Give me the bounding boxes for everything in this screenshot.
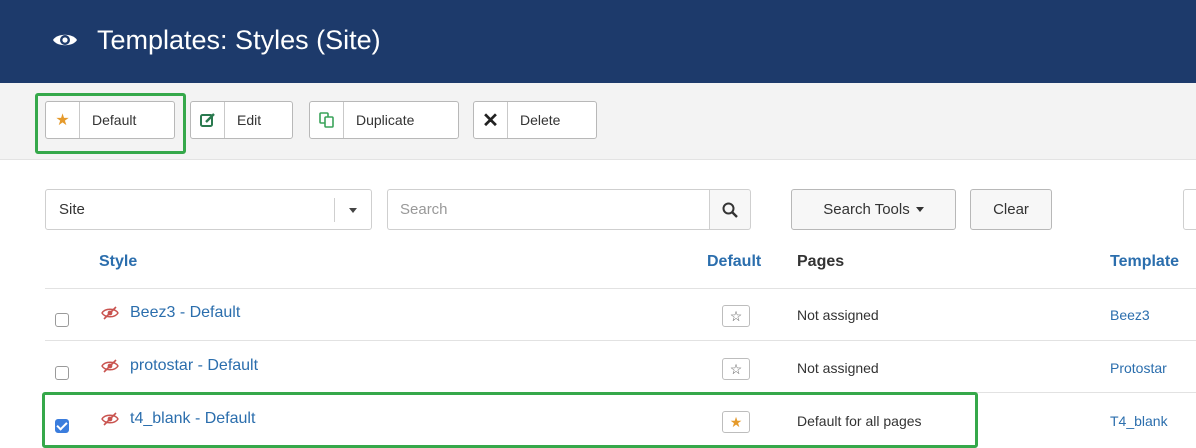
star-outline-icon: ☆: [729, 360, 743, 377]
star-outline-icon: ☆: [729, 307, 743, 324]
style-link[interactable]: protostar - Default: [130, 357, 258, 375]
style-link[interactable]: Beez3 - Default: [130, 304, 240, 322]
search-button[interactable]: [709, 189, 751, 230]
search-icon: [722, 202, 738, 218]
edit-button-label: Edit: [237, 112, 262, 128]
edit-button[interactable]: Edit: [190, 101, 293, 139]
star-icon: ★: [46, 102, 80, 138]
client-select-value: Site: [59, 201, 85, 218]
search-tools-label: Search Tools: [823, 201, 910, 218]
set-default-button[interactable]: ☆: [722, 305, 750, 327]
clear-label: Clear: [993, 201, 1029, 218]
search-input[interactable]: Search: [387, 189, 710, 230]
pages-value: Not assigned: [797, 307, 879, 323]
column-template[interactable]: Template: [1110, 253, 1179, 271]
edit-icon: [191, 102, 225, 138]
template-link[interactable]: T4_blank: [1110, 413, 1168, 429]
eye-slash-icon: [101, 359, 119, 373]
column-pages: Pages: [797, 253, 845, 270]
duplicate-button-label: Duplicate: [356, 112, 415, 128]
default-button[interactable]: ★ Default: [45, 101, 175, 139]
pages-value: Not assigned: [797, 360, 879, 376]
row-divider: [45, 392, 1196, 393]
list-limit-select[interactable]: [1183, 189, 1196, 230]
eye-slash-icon: [101, 412, 119, 426]
copy-icon: [310, 102, 344, 138]
default-button-label: Default: [92, 112, 137, 128]
row-divider: [45, 340, 1196, 341]
page-title: Templates: Styles (Site): [97, 25, 381, 55]
default-star-button[interactable]: ★: [722, 411, 750, 433]
clear-button[interactable]: Clear: [970, 189, 1052, 230]
client-select[interactable]: Site: [45, 189, 372, 230]
duplicate-button[interactable]: Duplicate: [309, 101, 459, 139]
page-header: Templates: Styles (Site): [0, 0, 1196, 83]
header-divider: [45, 288, 1196, 289]
close-icon: ✕: [474, 102, 508, 138]
eye-icon: [53, 34, 77, 46]
set-default-button[interactable]: ☆: [722, 358, 750, 380]
chevron-down-icon: [349, 208, 357, 213]
pages-value: Default for all pages: [797, 413, 922, 429]
column-style[interactable]: Style: [99, 253, 137, 271]
column-default[interactable]: Default: [707, 253, 761, 271]
row-checkbox-checked[interactable]: [55, 419, 69, 433]
template-link[interactable]: Beez3: [1110, 307, 1150, 323]
star-icon: ★: [729, 413, 743, 430]
toolbar: ★ Default Edit Duplicate ✕ Delete: [0, 83, 1196, 160]
delete-button[interactable]: ✕ Delete: [473, 101, 597, 139]
row-checkbox[interactable]: [55, 366, 69, 380]
caret-down-icon: [915, 207, 924, 212]
delete-button-label: Delete: [520, 112, 561, 128]
eye-slash-icon: [101, 306, 119, 320]
template-link[interactable]: Protostar: [1110, 360, 1167, 376]
select-divider: [334, 198, 335, 222]
style-link[interactable]: t4_blank - Default: [130, 410, 255, 428]
row-checkbox[interactable]: [55, 313, 69, 327]
search-tools-button[interactable]: Search Tools: [791, 189, 956, 230]
